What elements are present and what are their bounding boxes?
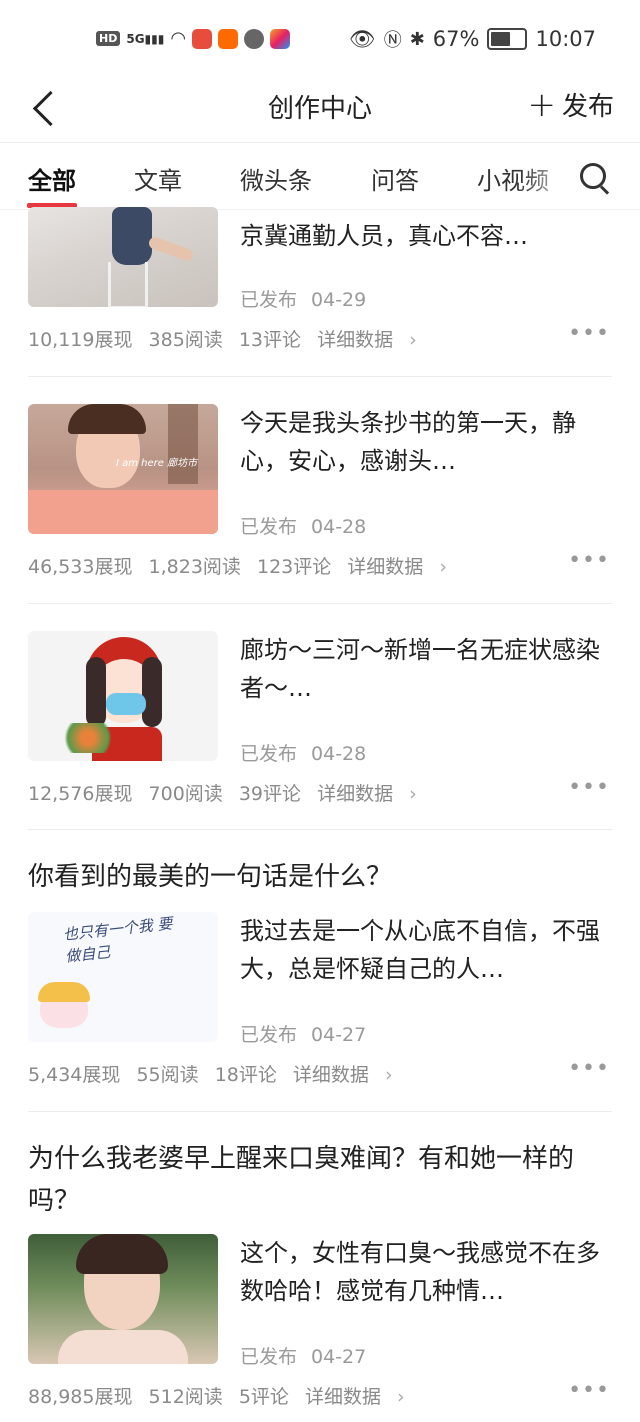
search-icon[interactable] [580,163,610,195]
thumbnail-caption: I am here 廊坊市 [116,458,198,469]
publish-status: 已发布 04-29 [240,289,367,311]
publish-status: 已发布 04-28 [240,743,367,765]
detail-data-link[interactable]: 详细数据 › [305,1386,415,1408]
reads-count: 1,823阅读 [148,556,241,578]
views-count: 10,119展现 [28,329,133,351]
divider [28,376,612,377]
publish-status: 已发布 04-28 [240,516,367,538]
clock: 10:07 [535,27,596,51]
item-stats: 46,533展现 1,823阅读 123评论 详细数据 › [28,552,467,579]
chevron-right-icon: › [384,1064,393,1086]
thumbnail-image [28,1234,218,1364]
item-title: 我过去是一个从心底不自信，不强大，总是怀疑自己的人… [240,917,600,983]
thumbnail-image: I am here 廊坊市 [28,404,218,534]
more-options-icon[interactable]: ••• [568,321,610,346]
detail-data-link[interactable]: 详细数据 › [317,329,427,351]
item-title: 这个，女性有口臭～我感觉不在多数哈哈！感觉有几种情… [240,1239,600,1305]
views-count: 46,533展现 [28,556,133,578]
tab-bar: 全部 文章 微头条 问答 小视频 [0,142,640,210]
more-options-icon[interactable]: ••• [568,548,610,573]
item-stats: 5,434展现 55阅读 18评论 详细数据 › [28,1060,413,1087]
eye-icon: 👁 [349,26,376,51]
detail-data-link[interactable]: 详细数据 › [293,1064,403,1086]
tab-all[interactable]: 全部 [28,161,76,196]
reads-count: 512阅读 [148,1386,223,1408]
comments-count: 13评论 [238,329,302,351]
thumbnail-handwriting: 也只有一个我 要做自己 [62,914,174,966]
reads-count: 385阅读 [148,329,223,351]
comments-count: 5评论 [238,1386,289,1408]
hd-icon: HD [96,31,121,46]
tab-qa[interactable]: 问答 [371,161,419,196]
tab-micro-posts[interactable]: 微头条 [240,161,312,196]
views-count: 88,985展现 [28,1386,133,1408]
audio-app-icon [244,28,265,49]
app-icon [270,28,291,49]
signal-icon: 5G▮▮▮ [126,31,165,46]
divider [28,603,612,604]
nav-bar: 创作中心 + 发布 [0,80,640,140]
chevron-right-icon: › [397,1386,405,1408]
thumbnail-image: 也只有一个我 要做自己 [28,912,218,1042]
item-stats: 88,985展现 512阅读 5评论 详细数据 › [28,1382,425,1409]
item-stats: 12,576展现 700阅读 39评论 详细数据 › [28,779,437,806]
taobao-app-icon [218,28,239,49]
more-options-icon[interactable]: ••• [568,1056,610,1081]
publish-button[interactable]: + 发布 [527,86,614,123]
reads-count: 700阅读 [148,783,223,805]
thumbnail-image [28,207,218,307]
item-title: 今天是我头条抄书的第一天，静心，安心，感谢头… [240,409,576,475]
status-left: HD 5G▮▮▮ ◠ [96,28,291,49]
detail-data-link[interactable]: 详细数据 › [347,556,457,578]
battery-icon [487,28,528,50]
chevron-right-icon: › [409,329,417,351]
status-right: 👁 Ⓝ ✱ 67% 10:07 [349,26,596,52]
question-title: 为什么我老婆早上醒来口臭难闻？有和她一样的吗？ [28,1144,575,1216]
bluetooth-icon: ✱ [409,28,425,50]
more-options-icon[interactable]: ••• [568,775,610,800]
tab-fade [520,143,580,207]
plus-icon: + [527,84,556,125]
publish-status: 已发布 04-27 [240,1346,367,1368]
item-title: 廊坊～三河～新增一名无症状感染者～… [240,636,600,702]
more-options-icon[interactable]: ••• [568,1378,610,1403]
thumbnail-image [28,631,218,761]
battery-text: 67% [432,27,480,51]
publish-label: 发布 [561,92,614,122]
tab-articles[interactable]: 文章 [134,161,182,196]
reads-count: 55阅读 [136,1064,199,1086]
chevron-right-icon: › [409,783,417,805]
question-title: 你看到的最美的一句话是什么？ [28,862,393,892]
comments-count: 18评论 [214,1064,277,1086]
comments-count: 123评论 [256,556,332,578]
divider [28,1111,612,1112]
chevron-right-icon: › [439,556,447,578]
item-stats: 10,119展现 385阅读 13评论 详细数据 › [28,325,437,352]
comments-count: 39评论 [238,783,302,805]
book-app-icon [192,28,213,49]
detail-data-link[interactable]: 详细数据 › [317,783,427,805]
status-bar: HD 5G▮▮▮ ◠ 👁 Ⓝ ✱ 67% 10:07 [0,0,640,80]
publish-status: 已发布 04-27 [240,1024,367,1046]
wifi-icon: ◠ [170,28,187,49]
views-count: 12,576展现 [28,783,133,805]
views-count: 5,434展现 [28,1064,121,1086]
item-title: 京冀通勤人员，真心不容… [240,222,528,250]
nfc-icon: Ⓝ [383,30,402,51]
divider [28,829,612,830]
